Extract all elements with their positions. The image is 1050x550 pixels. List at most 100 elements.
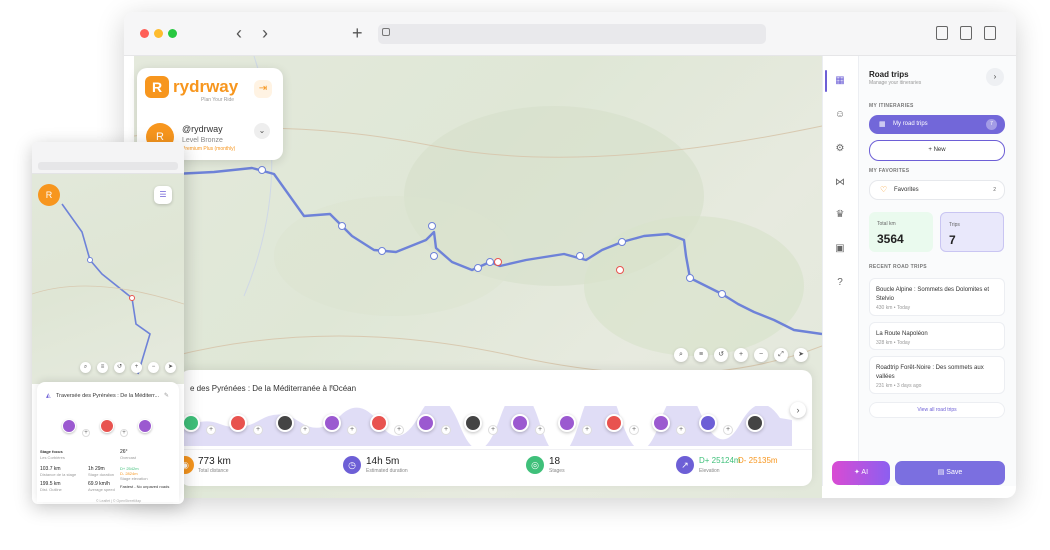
panel-collapse-chevron-icon[interactable]: › (986, 68, 1004, 86)
map-icon[interactable]: ▦ (833, 74, 847, 88)
mobile-filter-control-icon[interactable]: ≡ (97, 362, 108, 373)
ai-button[interactable]: ✦ AI (832, 461, 890, 485)
locate-icon[interactable]: ➤ (794, 348, 808, 362)
stage-marker[interactable] (323, 414, 341, 432)
add-stage-plus-icon[interactable]: + (347, 425, 357, 435)
add-stage-plus-icon[interactable]: + (300, 425, 310, 435)
stage-marker[interactable] (746, 414, 764, 432)
mobile-add-stage-plus-icon[interactable]: + (82, 429, 90, 437)
favorites-button[interactable]: ♡ Favorites 2 (869, 180, 1005, 200)
chevron-right-icon[interactable]: › (790, 402, 806, 418)
stage-marker[interactable] (417, 414, 435, 432)
stage-elevation-label: Stage elevation (120, 476, 148, 481)
brand-name: rydrway (173, 77, 239, 96)
zoom-out-icon[interactable]: − (754, 348, 768, 362)
mobile-route-layer (32, 203, 184, 375)
crown-icon[interactable]: ♛ (833, 208, 847, 222)
mobile-browser-bar (32, 142, 184, 174)
recent-trip-card[interactable]: Roadtrip Forêt-Noire : Des sommets aux v… (869, 356, 1005, 394)
minimize-window-dot[interactable] (154, 29, 163, 38)
reader-icon[interactable] (936, 26, 948, 40)
my-road-trips-button[interactable]: ▦ My road trips 7 (869, 115, 1005, 134)
average-speed-label: Average speed (88, 487, 115, 492)
add-stage-plus-icon[interactable]: + (535, 425, 545, 435)
logout-icon[interactable]: ⇥ (254, 80, 272, 98)
add-stage-plus-icon[interactable]: + (723, 425, 733, 435)
stage-marker[interactable] (652, 414, 670, 432)
stage-marker[interactable] (276, 414, 294, 432)
recent-trip-meta: 328 km • Today (876, 340, 911, 346)
add-stage-plus-icon[interactable]: + (441, 425, 451, 435)
route-preference-label: Fastest - No unpaved roads (120, 484, 170, 489)
maximize-window-dot[interactable] (168, 29, 177, 38)
url-bar[interactable] (378, 24, 766, 44)
gift-icon[interactable]: ▣ (833, 242, 847, 256)
stage-marker[interactable] (229, 414, 247, 432)
chevron-down-icon[interactable]: ⌄ (254, 123, 270, 139)
new-trip-button[interactable]: + New (869, 140, 1005, 161)
mobile-stage-marker[interactable] (62, 419, 76, 433)
stage-marker[interactable] (558, 414, 576, 432)
mobile-zoom-out-icon[interactable]: − (148, 362, 159, 373)
lock-icon (382, 28, 390, 36)
stage-marker[interactable] (605, 414, 623, 432)
recent-trip-card[interactable]: Boucle Alpine : Sommets des Dolomites et… (869, 278, 1005, 316)
mobile-undo-control-icon[interactable]: ↺ (114, 362, 125, 373)
add-stage-plus-icon[interactable]: + (582, 425, 592, 435)
stage-marker[interactable] (464, 414, 482, 432)
tabs-overview-icon[interactable] (984, 26, 996, 40)
new-trip-label: New (933, 147, 946, 153)
add-stage-plus-icon[interactable]: + (488, 425, 498, 435)
mobile-stage-marker[interactable] (100, 419, 114, 433)
favorites-count: 2 (993, 187, 996, 193)
close-window-dot[interactable] (140, 29, 149, 38)
mobile-locate-icon[interactable]: ➤ (165, 362, 176, 373)
map-filter-control-icon[interactable]: ≡ (694, 348, 708, 362)
mobile-zoom-in-icon[interactable]: + (131, 362, 142, 373)
mobile-url-bar[interactable] (38, 162, 178, 170)
map-undo-control-icon[interactable]: ↺ (714, 348, 728, 362)
stage-marker[interactable] (182, 414, 200, 432)
user-plan: Premium Plus (monthly) (182, 146, 236, 152)
zoom-in-icon[interactable]: + (734, 348, 748, 362)
stage-marker[interactable] (370, 414, 388, 432)
elevation-gain-value: D+ 25124m (699, 456, 741, 465)
fullscreen-icon[interactable]: ⤢ (774, 348, 788, 362)
new-tab-plus-icon[interactable]: + (352, 24, 363, 42)
total-km-label: Total km (877, 221, 896, 227)
add-stage-plus-icon[interactable]: + (253, 425, 263, 435)
edit-pencil-icon[interactable]: ✎ (330, 384, 337, 393)
share-icon[interactable] (960, 26, 972, 40)
stage-marker[interactable] (699, 414, 717, 432)
add-stage-plus-icon[interactable]: + (394, 425, 404, 435)
recent-trip-card[interactable]: La Route Napoléon 328 km • Today (869, 322, 1005, 350)
total-distance-value: 773 km (198, 456, 231, 467)
share-nodes-icon[interactable]: ⋈ (833, 176, 847, 190)
stage-km-label: Distance de la stage (40, 472, 77, 477)
mobile-sheet-title: Traversée des Pyrénées : De la Méditerr.… (56, 393, 160, 399)
forward-arrow-icon[interactable]: › (262, 24, 268, 42)
mobile-map-canvas[interactable] (32, 174, 184, 384)
stage-weather: Overcast (120, 455, 137, 460)
stage-marker[interactable] (511, 414, 529, 432)
hamburger-menu-icon[interactable]: ☰ (154, 186, 172, 204)
map-credits[interactable]: © Leaflet | © OpenStreetMap (96, 499, 141, 504)
add-stage-plus-icon[interactable]: + (676, 425, 686, 435)
ai-label: AI (861, 469, 869, 476)
map-search-control-icon[interactable]: ⌕ (674, 348, 688, 362)
mobile-edit-icon[interactable]: ✎ (164, 392, 169, 399)
save-button[interactable]: ▤ Save (895, 461, 1005, 485)
favorites-label: Favorites (894, 187, 919, 193)
add-stage-plus-icon[interactable]: + (206, 425, 216, 435)
mobile-search-control-icon[interactable]: ⌕ (80, 362, 91, 373)
mobile-stage-marker[interactable] (138, 419, 152, 433)
recent-trip-title: Roadtrip Forêt-Noire : Des sommets aux v… (876, 365, 984, 380)
back-arrow-icon[interactable]: ‹ (236, 24, 242, 42)
users-icon[interactable]: ☺ (833, 108, 847, 122)
view-all-road-trips-link[interactable]: View all road trips (869, 402, 1005, 418)
mobile-avatar[interactable]: R (38, 184, 60, 206)
help-icon[interactable]: ? (833, 276, 847, 290)
gear-icon[interactable]: ⚙ (833, 142, 847, 156)
mobile-add-stage-plus-icon[interactable]: + (120, 429, 128, 437)
add-stage-plus-icon[interactable]: + (629, 425, 639, 435)
